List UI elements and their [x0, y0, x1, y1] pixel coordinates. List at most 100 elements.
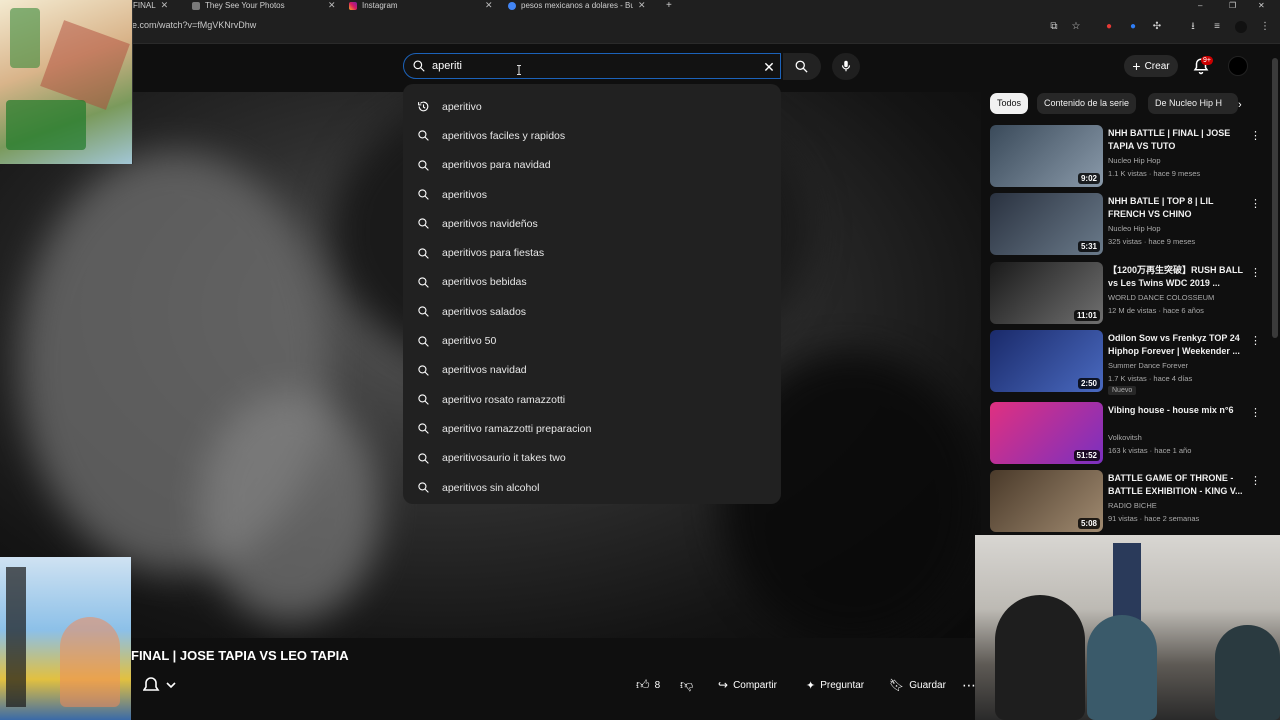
more-options-icon[interactable]: ⋮ [1250, 474, 1261, 488]
close-tab-icon[interactable]: ✕ [161, 1, 169, 10]
instagram-icon [349, 1, 357, 10]
close-window-icon[interactable]: ✕ [1258, 0, 1270, 11]
share-button[interactable]: ↪ Compartir [718, 675, 777, 695]
minimize-icon[interactable]: – [1198, 0, 1210, 11]
download-icon[interactable]: ⭳ [1187, 21, 1199, 33]
chevron-right-icon[interactable]: › [1238, 99, 1250, 111]
clear-search-button[interactable]: ✕ [760, 58, 778, 76]
microphone-icon [841, 60, 851, 72]
suggestion-text: aperitivos salados [442, 305, 527, 318]
more-options-icon[interactable]: ⋮ [1250, 406, 1261, 420]
browser-tab-bar: FINAL ✕ They See Your Photos ✕ Instagram ✕ … [0, 0, 1280, 11]
more-options-icon[interactable]: ⋮ [1250, 197, 1261, 211]
video-meta: 163 k vistas · hace 1 año [1108, 446, 1192, 455]
video-thumbnail[interactable]: 11:01 [990, 262, 1103, 324]
bookmark-star-icon[interactable]: ☆ [1070, 21, 1082, 33]
install-app-icon[interactable]: ⧉ [1048, 21, 1060, 33]
ask-label: Preguntar [820, 679, 865, 691]
chip-contenido-serie[interactable]: Contenido de la serie [1037, 93, 1137, 114]
account-avatar[interactable] [1228, 56, 1248, 76]
save-button[interactable]: 🔖︎ Guardar [889, 675, 946, 695]
recommended-video[interactable]: 5:08 BATTLE GAME OF THRONE - BATTLE EXHIB… [990, 470, 1265, 532]
search-icon [418, 277, 429, 288]
recommended-video[interactable]: 51:52 Vibing house - house mix n°6 Volkovi… [990, 402, 1265, 464]
video-meta: 91 vistas · hace 2 semanas [1108, 514, 1200, 523]
profile-icon[interactable] [1235, 21, 1247, 33]
video-title[interactable]: Odilon Sow vs Frenkyz TOP 24 Hiphop Fore… [1108, 332, 1246, 358]
browser-menu-icon[interactable]: ⋮ [1259, 21, 1271, 33]
suggestion-item[interactable]: aperitivos salados [403, 297, 781, 326]
restore-icon[interactable]: ❐ [1229, 0, 1241, 11]
duration-badge: 9:02 [1077, 173, 1100, 184]
url-text[interactable]: e.com/watch?v=fMgVKNrvDhw [132, 20, 256, 30]
video-meta: 12 M de vistas · hace 6 años [1108, 306, 1204, 315]
suggestion-item[interactable]: aperitivos navidad [403, 356, 781, 385]
more-actions-icon[interactable]: ⋯ [962, 675, 976, 695]
suggestion-item[interactable]: aperitivos para fiestas [403, 238, 781, 267]
suggestion-item[interactable]: aperitivo ramazzotti preparacion [403, 414, 781, 443]
suggestion-text: aperitivo 50 [442, 335, 497, 348]
recommended-video[interactable]: 2:50 Odilon Sow vs Frenkyz TOP 24 Hiphop … [990, 330, 1265, 395]
chip-todos[interactable]: Todos [990, 93, 1029, 114]
address-bar: e.com/watch?v=fMgVKNrvDhw ⧉ ☆ ● ● ✣ ⭳ ≡ … [0, 11, 1280, 44]
recommended-video[interactable]: 5:31 NHH BATLE | TOP 8 | LIL FRENCH VS CH… [990, 193, 1265, 255]
create-button[interactable]: + Crear [1124, 55, 1178, 77]
notification-bell-icon[interactable] [143, 676, 183, 694]
video-title[interactable]: Vibing house - house mix n°6 [1108, 404, 1246, 417]
suggestion-item[interactable]: aperitivo rosato ramazzotti [403, 385, 781, 414]
dislike-button[interactable]: 👎︎ [680, 675, 693, 695]
suggestion-item[interactable]: aperitivos bebidas [403, 268, 781, 297]
scrollbar[interactable] [1272, 58, 1278, 338]
channel-name[interactable]: Nucleo Hip Hop [1108, 156, 1161, 165]
search-input[interactable] [432, 57, 752, 75]
voice-search-button[interactable] [832, 53, 860, 80]
video-title[interactable]: NHH BATLE | TOP 8 | LIL FRENCH VS CHINO [1108, 195, 1246, 221]
chip-de-nucleo[interactable]: De Nucleo Hip H [1148, 93, 1238, 114]
new-tab-button[interactable]: + [666, 0, 678, 11]
extension-icon[interactable]: ● [1127, 21, 1139, 33]
close-tab-icon[interactable]: ✕ [485, 1, 493, 10]
channel-name[interactable]: Summer Dance Forever [1108, 361, 1188, 370]
browser-tab[interactable]: Instagram ✕ [349, 0, 494, 11]
extensions-puzzle-icon[interactable]: ✣ [1151, 21, 1163, 33]
channel-name[interactable]: Volkovitsh [1108, 433, 1142, 442]
suggestion-item[interactable]: aperitivos [403, 180, 781, 209]
video-title[interactable]: 【1200万再生突破】RUSH BALL vs Les Twins WDC 20… [1108, 264, 1246, 290]
google-icon [508, 1, 516, 10]
recommended-video[interactable]: 11:01 【1200万再生突破】RUSH BALL vs Les Twins W… [990, 262, 1265, 324]
recommended-video[interactable]: 9:02 NHH BATTLE | FINAL | JOSE TAPIA VS T… [990, 125, 1265, 187]
suggestion-item[interactable]: aperitivosaurio it takes two [403, 444, 781, 473]
channel-name[interactable]: RADIO BICHE [1108, 501, 1157, 510]
video-thumbnail[interactable]: 2:50 [990, 330, 1103, 392]
tab-label: They See Your Photos [205, 1, 285, 10]
video-thumbnail[interactable]: 9:02 [990, 125, 1103, 187]
more-options-icon[interactable]: ⋮ [1250, 334, 1261, 348]
more-options-icon[interactable]: ⋮ [1250, 266, 1261, 280]
search-button[interactable] [783, 53, 821, 80]
browser-tab[interactable]: They See Your Photos ✕ [192, 0, 337, 11]
video-thumbnail[interactable]: 51:52 [990, 402, 1103, 464]
suggestion-item[interactable]: aperitivos navideños [403, 209, 781, 238]
browser-tab[interactable]: FINAL ✕ [133, 0, 178, 11]
close-tab-icon[interactable]: ✕ [328, 1, 336, 10]
search-suggestions-dropdown: aperitivo aperitivos faciles y rapidos ape… [403, 84, 781, 504]
channel-name[interactable]: WORLD DANCE COLOSSEUM [1108, 293, 1214, 302]
video-title[interactable]: BATTLE GAME OF THRONE - BATTLE EXHIBITIO… [1108, 472, 1246, 498]
suggestion-item[interactable]: aperitivo 50 [403, 326, 781, 355]
video-thumbnail[interactable]: 5:31 [990, 193, 1103, 255]
ask-button[interactable]: ✦ Preguntar [806, 675, 864, 695]
suggestion-item[interactable]: aperitivos faciles y rapidos [403, 121, 781, 150]
like-button[interactable]: 👍︎ 8 [636, 675, 660, 695]
media-control-icon[interactable]: ≡ [1211, 21, 1223, 33]
suggestion-item[interactable]: aperitivos sin alcohol [403, 473, 781, 502]
extension-icon[interactable]: ● [1103, 21, 1115, 33]
suggestion-item[interactable]: aperitivo [403, 92, 781, 121]
video-title[interactable]: NHH BATTLE | FINAL | JOSE TAPIA VS TUTO [1108, 127, 1246, 153]
duration-badge: 5:31 [1077, 241, 1100, 252]
channel-name[interactable]: Nucleo Hip Hop [1108, 224, 1161, 233]
suggestion-item[interactable]: aperitivos para navidad [403, 151, 781, 180]
more-options-icon[interactable]: ⋮ [1250, 129, 1261, 143]
browser-tab[interactable]: pesos mexicanos a dolares - Bu ✕ [508, 0, 653, 11]
video-thumbnail[interactable]: 5:08 [990, 470, 1103, 532]
close-tab-icon[interactable]: ✕ [638, 1, 646, 10]
